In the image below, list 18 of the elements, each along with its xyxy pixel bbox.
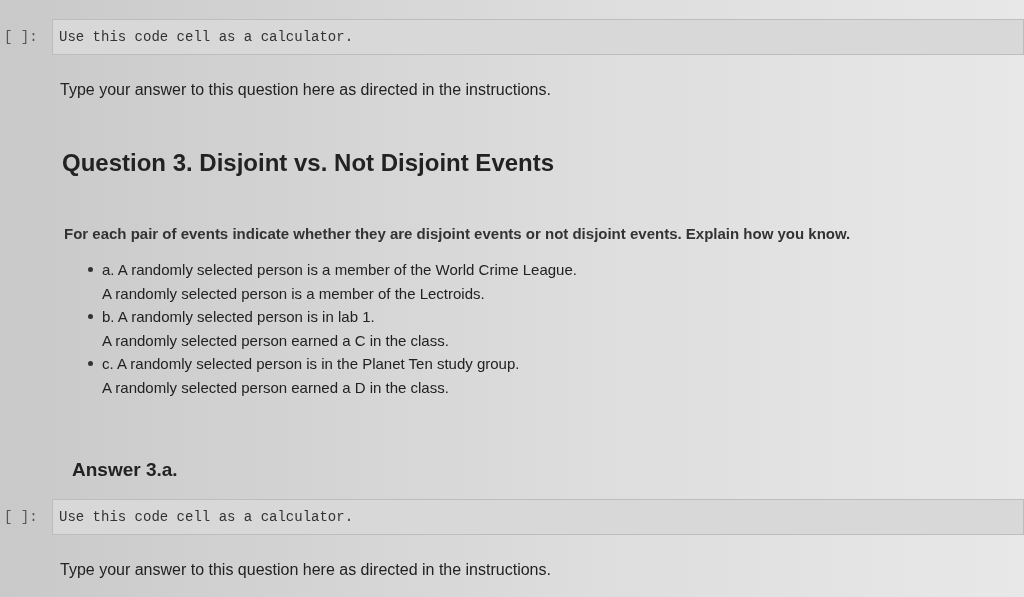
section-heading: Answer 3.a. (72, 459, 179, 481)
answer-text: Type your answer to this question here as directed in the instructions. (60, 561, 552, 579)
instructions-text: For each pair of events indicate whether they are disjoint events or not disjoint events. Explain how you know. (64, 225, 852, 242)
bullet-icon (88, 314, 93, 319)
bullet-icon (88, 267, 93, 272)
code-cell-input[interactable]: Use this code cell as a calculator. (52, 19, 1024, 55)
answer-text: Type your answer to this question here as directed in the instructions. (60, 81, 552, 99)
event-text: a. A randomly selected person is a member of the World Crime League. (102, 260, 577, 280)
cell-prompt: [ ]: (4, 509, 39, 525)
event-text: c. A randomly selected person is in the Planet Ten study group. (102, 354, 520, 374)
cell-prompt: [ ]: (4, 29, 39, 45)
code-cell-input[interactable]: Use this code cell as a calculator. (52, 499, 1024, 535)
bullet-icon (88, 361, 93, 366)
section-heading: Question 3. Disjoint vs. Not Disjoint Events (62, 149, 556, 177)
event-text: A randomly selected person earned a C in the class. (102, 330, 449, 351)
event-text: b. A randomly selected person is in lab 1. (102, 307, 376, 327)
event-text: A randomly selected person is a member of the Lectroids. (102, 283, 486, 304)
event-text: A randomly selected person earned a D in the class. (102, 377, 450, 398)
